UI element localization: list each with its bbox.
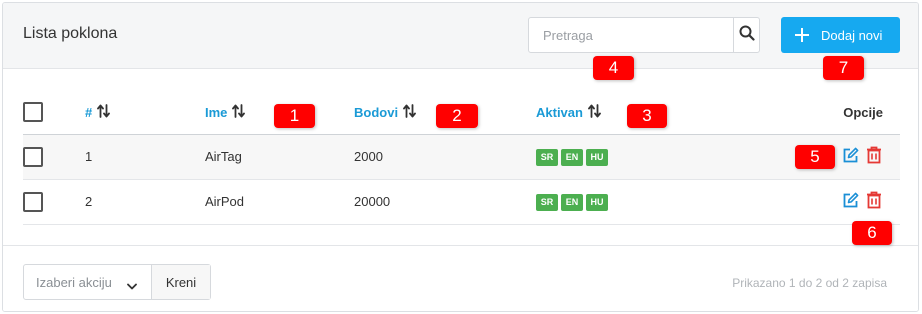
- sort-icon: [232, 103, 246, 121]
- search-box: [528, 17, 760, 53]
- table-row: 2 AirPod 20000 SR EN HU: [23, 179, 900, 224]
- chevron-down-icon: [127, 278, 137, 293]
- bulk-action-placeholder: Izaberi akciju: [36, 274, 112, 290]
- add-new-label: Dodaj novi: [821, 27, 883, 43]
- sort-by-active[interactable]: Aktivan: [536, 103, 601, 121]
- row-points: 2000: [354, 149, 383, 164]
- sort-by-name[interactable]: Ime: [205, 103, 246, 121]
- language-badge-en: EN: [561, 148, 583, 166]
- sort-icon: [403, 103, 416, 121]
- language-badge-en: EN: [561, 193, 583, 211]
- row-languages: SR EN HU: [536, 179, 706, 224]
- edit-icon[interactable]: [842, 147, 859, 167]
- row-actions: [706, 179, 900, 224]
- annotation-marker-4: 4: [593, 56, 634, 80]
- edit-icon[interactable]: [842, 192, 859, 212]
- column-number-label: #: [85, 104, 93, 120]
- language-badge-hu: HU: [586, 148, 608, 166]
- sort-by-points[interactable]: Bodovi: [354, 103, 416, 121]
- page-title: Lista poklona: [23, 25, 118, 42]
- sort-icon: [97, 103, 111, 121]
- annotation-marker-7: 7: [823, 56, 864, 80]
- table-row: 1 AirTag 2000 SR EN HU: [23, 134, 900, 179]
- language-badge-sr: SR: [536, 193, 558, 211]
- bulk-action-group: Izaberi akciju Kreni: [23, 264, 211, 300]
- select-all-checkbox[interactable]: [23, 102, 43, 123]
- row-name: AirTag: [205, 149, 242, 164]
- row-checkbox[interactable]: [23, 146, 43, 167]
- plus-icon: [795, 28, 809, 42]
- row-checkbox[interactable]: [23, 191, 43, 212]
- row-name: AirPod: [205, 194, 245, 209]
- row-index: 2: [85, 194, 93, 209]
- search-input[interactable]: [529, 18, 733, 52]
- annotation-marker-3: 3: [627, 104, 667, 128]
- delete-icon[interactable]: [866, 146, 882, 167]
- search-icon: [739, 25, 755, 46]
- delete-icon[interactable]: [866, 191, 882, 212]
- annotation-marker-6: 6: [852, 221, 892, 245]
- annotation-marker-5: 5: [795, 145, 835, 169]
- sort-by-number[interactable]: #: [85, 103, 111, 121]
- row-points: 20000: [354, 194, 391, 209]
- annotation-marker-1: 1: [274, 104, 315, 128]
- search-button[interactable]: [733, 18, 759, 52]
- language-badge-hu: HU: [586, 193, 608, 211]
- gift-list-panel: Lista poklona Dodaj novi: [2, 2, 919, 312]
- panel-header: Lista poklona Dodaj novi: [3, 3, 918, 69]
- column-points-label: Bodovi: [354, 104, 399, 120]
- column-options-label: Opcije: [843, 104, 883, 120]
- annotation-marker-2: 2: [436, 104, 478, 128]
- sort-icon: [588, 103, 601, 121]
- column-name-label: Ime: [205, 104, 228, 120]
- panel-footer: Izaberi akciju Kreni Prikazano 1 do 2 od…: [3, 245, 918, 311]
- row-index: 1: [85, 149, 93, 164]
- apply-action-button[interactable]: Kreni: [152, 265, 210, 299]
- bulk-action-select[interactable]: Izaberi akciju: [24, 265, 152, 299]
- pagination-info: Prikazano 1 do 2 od 2 zapisa: [732, 276, 887, 290]
- language-badge-sr: SR: [536, 148, 558, 166]
- add-new-button[interactable]: Dodaj novi: [781, 17, 900, 53]
- column-active-label: Aktivan: [536, 104, 583, 120]
- row-languages: SR EN HU: [536, 134, 706, 179]
